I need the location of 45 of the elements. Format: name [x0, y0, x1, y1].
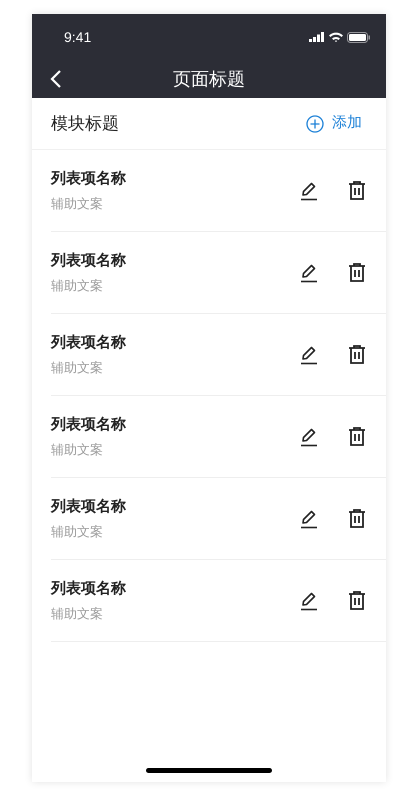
wifi-icon [329, 32, 343, 42]
delete-button[interactable] [348, 509, 366, 528]
signal-icon [309, 32, 325, 42]
item-subtitle: 辅助文案 [51, 523, 104, 541]
pencil-icon [300, 262, 318, 282]
item-subtitle: 辅助文案 [51, 195, 104, 213]
section-title: 模块标题 [51, 112, 119, 135]
item-title: 列表项名称 [51, 496, 126, 516]
trash-icon [348, 591, 366, 610]
item-title: 列表项名称 [51, 414, 126, 434]
item-title: 列表项名称 [51, 250, 126, 270]
edit-button[interactable] [300, 426, 318, 446]
delete-button[interactable] [348, 345, 366, 364]
pencil-icon [300, 180, 318, 200]
page-title: 页面标题 [173, 68, 245, 90]
edit-button[interactable] [300, 508, 318, 528]
delete-button[interactable] [348, 427, 366, 446]
plus-circle-icon [306, 114, 324, 132]
trash-icon [348, 427, 366, 446]
trash-icon [348, 263, 366, 282]
pencil-icon [300, 426, 318, 446]
status-time: 9:41 [64, 28, 92, 46]
back-icon[interactable] [50, 69, 62, 89]
item-subtitle: 辅助文案 [51, 277, 104, 295]
item-subtitle: 辅助文案 [51, 605, 104, 623]
trash-icon [348, 345, 366, 364]
edit-button[interactable] [300, 262, 318, 282]
edit-button[interactable] [300, 344, 318, 364]
item-subtitle: 辅助文案 [51, 441, 104, 459]
edit-button[interactable] [300, 590, 318, 610]
delete-button[interactable] [348, 263, 366, 282]
item-subtitle: 辅助文案 [51, 359, 104, 377]
trash-icon [348, 509, 366, 528]
pencil-icon [300, 508, 318, 528]
item-title: 列表项名称 [51, 578, 126, 598]
pencil-icon [300, 590, 318, 610]
add-button[interactable]: 添加 [306, 112, 362, 135]
delete-button[interactable] [348, 591, 366, 610]
pencil-icon [300, 344, 318, 364]
battery-icon [347, 32, 370, 42]
trash-icon [348, 181, 366, 200]
item-title: 列表项名称 [51, 168, 126, 188]
item-title: 列表项名称 [51, 332, 126, 352]
delete-button[interactable] [348, 181, 366, 200]
edit-button[interactable] [300, 180, 318, 200]
